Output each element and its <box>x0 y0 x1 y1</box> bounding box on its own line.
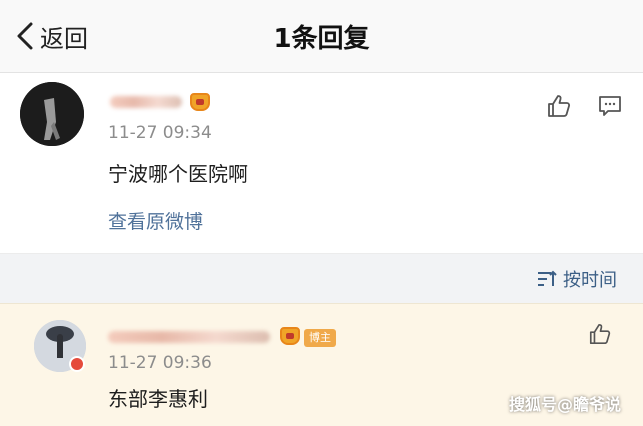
reply-text: 东部李惠利 <box>108 387 208 411</box>
crown-icon <box>190 93 210 111</box>
avatar-figure <box>20 82 84 146</box>
username-blurred[interactable] <box>110 96 182 108</box>
comment-icon <box>599 96 621 116</box>
reply-like-button[interactable] <box>588 322 612 350</box>
thumbs-up-icon <box>589 323 611 345</box>
view-original-link[interactable]: 查看原微博 <box>108 207 203 234</box>
watermark: 搜狐号@瞻爷说 <box>508 395 621 414</box>
reply-time: 11-27 09:36 <box>108 353 212 373</box>
avatar[interactable] <box>20 82 84 146</box>
sort-icon <box>538 270 557 286</box>
comment-time: 11-27 09:34 <box>108 123 212 143</box>
username-blurred[interactable] <box>108 331 270 343</box>
author-badge: 博主 <box>304 329 336 347</box>
thumbs-up-icon <box>548 95 571 117</box>
page-title: 1条回复 <box>273 24 370 54</box>
verified-badge-icon <box>69 356 85 372</box>
sort-bar: 按时间 <box>0 253 643 304</box>
comment-button[interactable] <box>598 95 622 121</box>
comment-text: 宁波哪个医院啊 <box>108 162 248 186</box>
sort-label: 按时间 <box>563 270 617 291</box>
like-button[interactable] <box>546 93 572 123</box>
crown-icon <box>280 327 300 345</box>
navigation-bar: 返回 1条回复 <box>0 0 643 73</box>
sort-by-time-button[interactable]: 按时间 <box>537 266 617 292</box>
